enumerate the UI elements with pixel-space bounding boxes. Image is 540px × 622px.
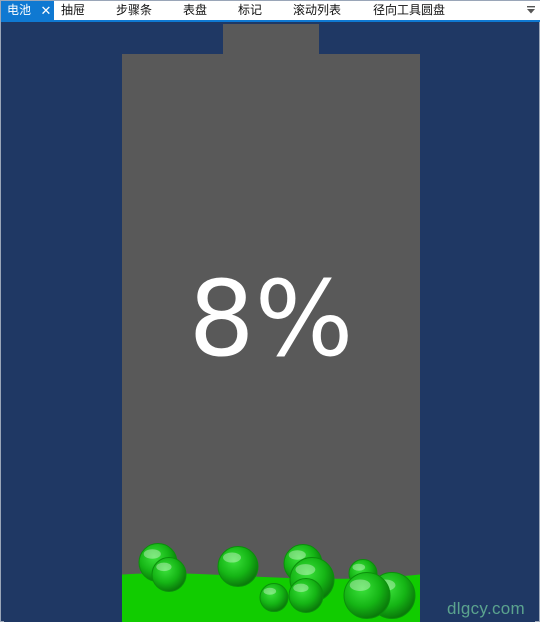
close-icon[interactable]: ✕: [39, 1, 53, 20]
bubble: [217, 546, 259, 588]
bubble-highlight: [288, 550, 306, 560]
tab-scroll-list-label: 滚动列表: [293, 3, 342, 17]
bubble-highlight: [156, 562, 172, 572]
battery-demo-window: 电池 ✕ 抽屉 步骤条 表盘 标记 滚动列表 径向工具圆盘 8% dlgcy.c…: [0, 0, 540, 622]
battery-cap: [223, 24, 319, 58]
tab-dial-label: 表盘: [183, 3, 208, 17]
tab-steps[interactable]: 步骤条: [116, 1, 152, 20]
tab-battery-label: 电池: [7, 3, 32, 17]
bubble: [343, 572, 391, 620]
tab-radial-menu[interactable]: 径向工具圆盘: [373, 1, 445, 20]
bubble-highlight: [223, 552, 241, 563]
tab-steps-label: 步骤条: [116, 3, 153, 17]
bubble: [259, 583, 289, 613]
tab-dial[interactable]: 表盘: [183, 1, 207, 20]
battery-body: 8%: [122, 54, 420, 622]
bubble-highlight: [349, 579, 371, 591]
bubble-highlight: [293, 583, 309, 593]
tab-scroll-list[interactable]: 滚动列表: [293, 1, 341, 20]
bubble-highlight: [263, 587, 277, 595]
battery-percent-label: 8%: [188, 258, 354, 380]
watermark: dlgcy.com: [447, 599, 525, 618]
battery-canvas: 8% dlgcy.com: [4, 22, 535, 622]
bubble-highlight: [352, 563, 366, 571]
tab-marker-label: 标记: [238, 3, 263, 17]
tab-marker[interactable]: 标记: [238, 1, 262, 20]
bubble: [151, 557, 187, 593]
tab-drawer-label: 抽屉: [61, 3, 86, 17]
bubble-highlight: [295, 564, 316, 576]
dropdown-arrow-icon[interactable]: [525, 4, 537, 16]
bubble-highlight: [143, 549, 161, 559]
bubble: [288, 578, 324, 614]
tab-drawer[interactable]: 抽屉: [61, 1, 85, 20]
tab-radial-menu-label: 径向工具圆盘: [373, 3, 446, 17]
tab-bar: 电池 ✕ 抽屉 步骤条 表盘 标记 滚动列表 径向工具圆盘: [1, 1, 540, 22]
